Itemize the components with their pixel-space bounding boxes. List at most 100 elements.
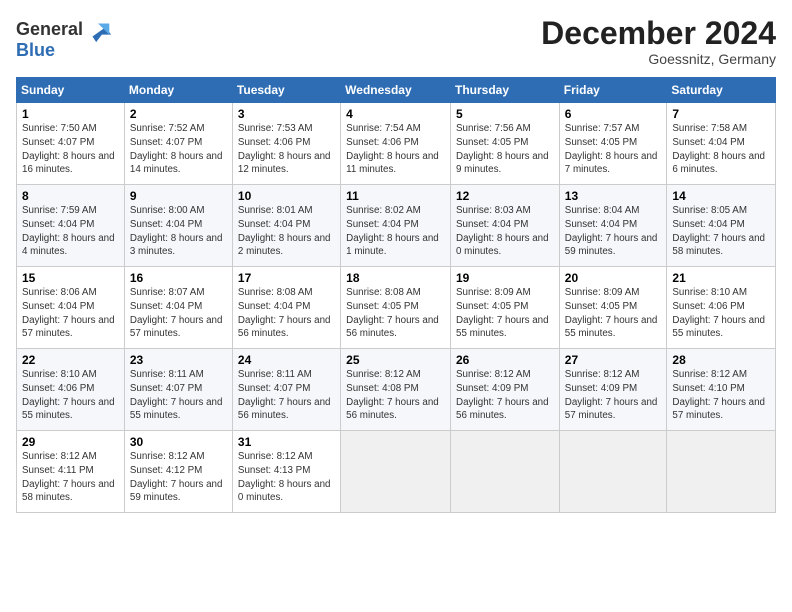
- calendar-cell: 18 Sunrise: 8:08 AMSunset: 4:05 PMDaylig…: [341, 267, 451, 349]
- calendar-week-row: 15 Sunrise: 8:06 AMSunset: 4:04 PMDaylig…: [17, 267, 776, 349]
- day-info: Sunrise: 8:10 AMSunset: 4:06 PMDaylight:…: [672, 287, 765, 339]
- title-block: December 2024 Goessnitz, Germany: [541, 16, 776, 67]
- day-number: 30: [130, 435, 227, 449]
- calendar-table: Sunday Monday Tuesday Wednesday Thursday…: [16, 77, 776, 513]
- calendar-cell: 24 Sunrise: 8:11 AMSunset: 4:07 PMDaylig…: [232, 349, 340, 431]
- day-info: Sunrise: 7:52 AMSunset: 4:07 PMDaylight:…: [130, 123, 223, 175]
- day-info: Sunrise: 8:12 AMSunset: 4:09 PMDaylight:…: [456, 369, 549, 421]
- day-number: 2: [130, 107, 227, 121]
- day-number: 17: [238, 271, 335, 285]
- calendar-cell: 3 Sunrise: 7:53 AMSunset: 4:06 PMDayligh…: [232, 103, 340, 185]
- day-number: 3: [238, 107, 335, 121]
- calendar-cell: 19 Sunrise: 8:09 AMSunset: 4:05 PMDaylig…: [451, 267, 560, 349]
- calendar-cell: [667, 431, 776, 513]
- day-info: Sunrise: 8:11 AMSunset: 4:07 PMDaylight:…: [130, 369, 223, 421]
- day-number: 22: [22, 353, 119, 367]
- day-number: 15: [22, 271, 119, 285]
- day-info: Sunrise: 8:12 AMSunset: 4:12 PMDaylight:…: [130, 451, 223, 503]
- calendar-cell: 8 Sunrise: 7:59 AMSunset: 4:04 PMDayligh…: [17, 185, 125, 267]
- logo: General Blue: [16, 16, 113, 61]
- day-number: 7: [672, 107, 770, 121]
- day-info: Sunrise: 7:54 AMSunset: 4:06 PMDaylight:…: [346, 123, 439, 175]
- page-container: General Blue December 2024 Goessnitz, Ge…: [0, 0, 792, 521]
- day-info: Sunrise: 7:57 AMSunset: 4:05 PMDaylight:…: [565, 123, 658, 175]
- calendar-cell: 5 Sunrise: 7:56 AMSunset: 4:05 PMDayligh…: [451, 103, 560, 185]
- day-info: Sunrise: 7:59 AMSunset: 4:04 PMDaylight:…: [22, 205, 115, 257]
- day-number: 31: [238, 435, 335, 449]
- calendar-cell: 12 Sunrise: 8:03 AMSunset: 4:04 PMDaylig…: [451, 185, 560, 267]
- calendar-cell: 27 Sunrise: 8:12 AMSunset: 4:09 PMDaylig…: [559, 349, 667, 431]
- day-number: 1: [22, 107, 119, 121]
- col-sunday: Sunday: [17, 78, 125, 103]
- day-number: 26: [456, 353, 554, 367]
- day-info: Sunrise: 7:53 AMSunset: 4:06 PMDaylight:…: [238, 123, 331, 175]
- day-number: 20: [565, 271, 662, 285]
- day-number: 4: [346, 107, 445, 121]
- day-info: Sunrise: 8:09 AMSunset: 4:05 PMDaylight:…: [565, 287, 658, 339]
- calendar-cell: 6 Sunrise: 7:57 AMSunset: 4:05 PMDayligh…: [559, 103, 667, 185]
- day-info: Sunrise: 8:00 AMSunset: 4:04 PMDaylight:…: [130, 205, 223, 257]
- day-number: 9: [130, 189, 227, 203]
- day-number: 29: [22, 435, 119, 449]
- day-number: 19: [456, 271, 554, 285]
- month-title: December 2024: [541, 16, 776, 51]
- day-info: Sunrise: 8:12 AMSunset: 4:11 PMDaylight:…: [22, 451, 115, 503]
- calendar-cell: 14 Sunrise: 8:05 AMSunset: 4:04 PMDaylig…: [667, 185, 776, 267]
- day-number: 14: [672, 189, 770, 203]
- day-info: Sunrise: 8:09 AMSunset: 4:05 PMDaylight:…: [456, 287, 549, 339]
- day-info: Sunrise: 8:12 AMSunset: 4:13 PMDaylight:…: [238, 451, 331, 503]
- day-info: Sunrise: 8:08 AMSunset: 4:04 PMDaylight:…: [238, 287, 331, 339]
- calendar-cell: 25 Sunrise: 8:12 AMSunset: 4:08 PMDaylig…: [341, 349, 451, 431]
- calendar-cell: 16 Sunrise: 8:07 AMSunset: 4:04 PMDaylig…: [124, 267, 232, 349]
- calendar-cell: 17 Sunrise: 8:08 AMSunset: 4:04 PMDaylig…: [232, 267, 340, 349]
- calendar-week-row: 1 Sunrise: 7:50 AMSunset: 4:07 PMDayligh…: [17, 103, 776, 185]
- calendar-cell: [341, 431, 451, 513]
- calendar-cell: 10 Sunrise: 8:01 AMSunset: 4:04 PMDaylig…: [232, 185, 340, 267]
- day-number: 23: [130, 353, 227, 367]
- calendar-cell: 11 Sunrise: 8:02 AMSunset: 4:04 PMDaylig…: [341, 185, 451, 267]
- day-number: 10: [238, 189, 335, 203]
- calendar-cell: 28 Sunrise: 8:12 AMSunset: 4:10 PMDaylig…: [667, 349, 776, 431]
- calendar-header-row: Sunday Monday Tuesday Wednesday Thursday…: [17, 78, 776, 103]
- calendar-cell: 7 Sunrise: 7:58 AMSunset: 4:04 PMDayligh…: [667, 103, 776, 185]
- calendar-cell: 20 Sunrise: 8:09 AMSunset: 4:05 PMDaylig…: [559, 267, 667, 349]
- calendar-cell: 21 Sunrise: 8:10 AMSunset: 4:06 PMDaylig…: [667, 267, 776, 349]
- calendar-cell: 22 Sunrise: 8:10 AMSunset: 4:06 PMDaylig…: [17, 349, 125, 431]
- day-number: 25: [346, 353, 445, 367]
- logo-icon: [85, 16, 113, 44]
- day-info: Sunrise: 8:06 AMSunset: 4:04 PMDaylight:…: [22, 287, 115, 339]
- day-number: 5: [456, 107, 554, 121]
- day-info: Sunrise: 8:08 AMSunset: 4:05 PMDaylight:…: [346, 287, 439, 339]
- day-number: 21: [672, 271, 770, 285]
- calendar-cell: 1 Sunrise: 7:50 AMSunset: 4:07 PMDayligh…: [17, 103, 125, 185]
- day-number: 12: [456, 189, 554, 203]
- day-info: Sunrise: 8:01 AMSunset: 4:04 PMDaylight:…: [238, 205, 331, 257]
- day-number: 8: [22, 189, 119, 203]
- day-number: 24: [238, 353, 335, 367]
- col-saturday: Saturday: [667, 78, 776, 103]
- day-number: 6: [565, 107, 662, 121]
- day-info: Sunrise: 8:07 AMSunset: 4:04 PMDaylight:…: [130, 287, 223, 339]
- calendar-week-row: 8 Sunrise: 7:59 AMSunset: 4:04 PMDayligh…: [17, 185, 776, 267]
- calendar-cell: 4 Sunrise: 7:54 AMSunset: 4:06 PMDayligh…: [341, 103, 451, 185]
- day-info: Sunrise: 8:05 AMSunset: 4:04 PMDaylight:…: [672, 205, 765, 257]
- col-thursday: Thursday: [451, 78, 560, 103]
- calendar-cell: 2 Sunrise: 7:52 AMSunset: 4:07 PMDayligh…: [124, 103, 232, 185]
- location: Goessnitz, Germany: [541, 51, 776, 67]
- day-number: 11: [346, 189, 445, 203]
- day-info: Sunrise: 7:56 AMSunset: 4:05 PMDaylight:…: [456, 123, 549, 175]
- calendar-cell: 15 Sunrise: 8:06 AMSunset: 4:04 PMDaylig…: [17, 267, 125, 349]
- col-monday: Monday: [124, 78, 232, 103]
- day-info: Sunrise: 7:50 AMSunset: 4:07 PMDaylight:…: [22, 123, 115, 175]
- day-info: Sunrise: 8:10 AMSunset: 4:06 PMDaylight:…: [22, 369, 115, 421]
- calendar-cell: [559, 431, 667, 513]
- calendar-cell: 29 Sunrise: 8:12 AMSunset: 4:11 PMDaylig…: [17, 431, 125, 513]
- calendar-cell: 13 Sunrise: 8:04 AMSunset: 4:04 PMDaylig…: [559, 185, 667, 267]
- day-number: 28: [672, 353, 770, 367]
- day-number: 27: [565, 353, 662, 367]
- day-info: Sunrise: 8:04 AMSunset: 4:04 PMDaylight:…: [565, 205, 658, 257]
- calendar-week-row: 29 Sunrise: 8:12 AMSunset: 4:11 PMDaylig…: [17, 431, 776, 513]
- day-info: Sunrise: 8:11 AMSunset: 4:07 PMDaylight:…: [238, 369, 331, 421]
- day-info: Sunrise: 7:58 AMSunset: 4:04 PMDaylight:…: [672, 123, 765, 175]
- calendar-cell: [451, 431, 560, 513]
